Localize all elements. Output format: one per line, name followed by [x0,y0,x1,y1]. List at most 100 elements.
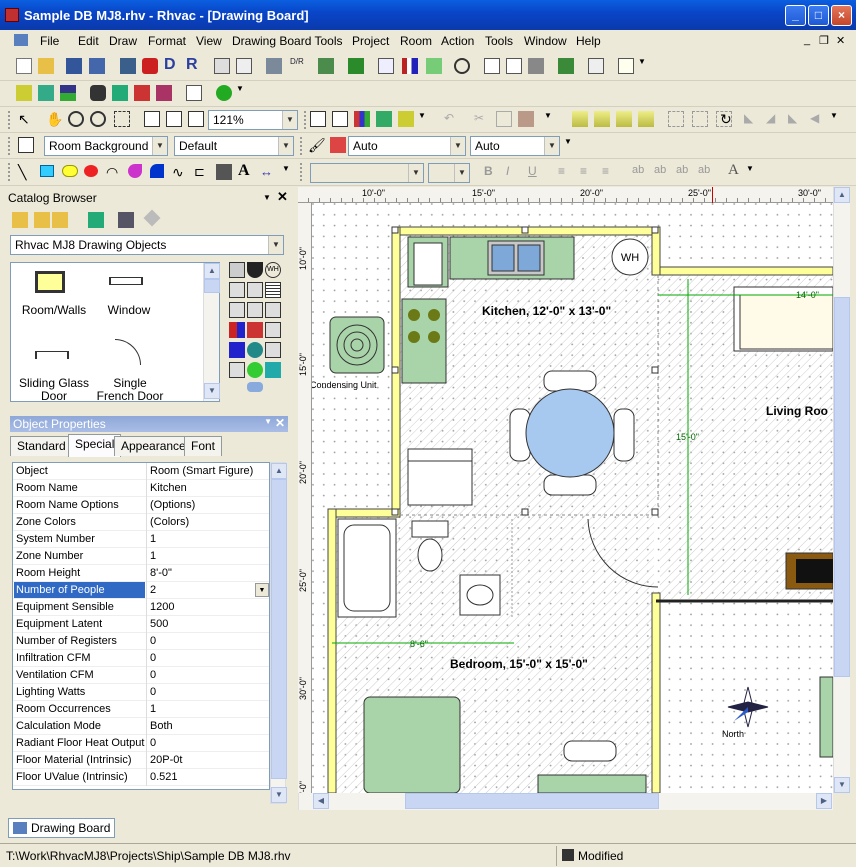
property-value[interactable]: (Options) [150,499,195,511]
catalog-item-room-walls[interactable]: Room/Walls [19,303,89,317]
rotate-icon[interactable]: ↻ [720,111,736,127]
fit-icon[interactable] [188,111,204,127]
kitchen-label[interactable]: Kitchen, 12'-0" x 13'-0" [482,304,611,318]
r-icon[interactable]: R [186,56,202,73]
flip-icon[interactable]: ◣ [744,111,760,127]
palette-box-icon[interactable] [229,362,245,378]
property-value[interactable]: Room (Smart Figure) [150,465,253,477]
selection-handle[interactable] [521,226,529,234]
chevron-down-icon[interactable]: ▼ [282,111,297,129]
property-value[interactable]: 0 [150,686,156,698]
property-value[interactable]: 0 [150,737,156,749]
property-row[interactable]: Calculation Mode Both [13,718,269,735]
selection-handle[interactable] [391,366,399,374]
sliding-door-icon[interactable] [35,351,69,359]
toolbar-grip[interactable] [8,137,12,155]
save-all-icon[interactable] [89,58,105,74]
chevron-down-icon[interactable]: ▼ [278,137,293,155]
chevron-down-icon[interactable]: ▼ [255,583,269,597]
property-value[interactable]: 500 [150,618,168,630]
property-value[interactable]: 1 [150,550,156,562]
palette-car-icon[interactable] [247,382,263,392]
copy-page-icon[interactable] [236,58,252,74]
fill-color-combo[interactable]: Auto ▼ [470,136,560,156]
chevron-down-icon[interactable]: ▼ [268,236,283,254]
print-setup-icon[interactable] [120,58,136,74]
scroll-up-icon[interactable]: ▲ [271,463,287,479]
catalog-scrollbar[interactable]: ▲ ▼ [203,263,220,401]
property-row[interactable]: Equipment Latent 500 [13,616,269,633]
catalog-item-window[interactable]: Window [101,303,157,317]
chevron-down-icon[interactable]: ▼ [152,137,167,155]
property-value[interactable]: 2 [150,584,156,596]
open-catalog-icon[interactable] [12,212,28,228]
copy-icon[interactable] [496,111,512,127]
tag-icon[interactable] [134,85,150,101]
chevron-down-icon[interactable]: ▼ [746,164,762,180]
palette-green-icon[interactable] [247,362,263,378]
chevron-down-icon[interactable]: ▼ [408,164,423,182]
catalog-image-icon[interactable] [88,212,104,228]
selection-handle[interactable] [391,508,399,516]
cabinet[interactable] [407,448,473,506]
flip-v-icon[interactable]: ◣ [788,111,804,127]
maximize-button[interactable]: □ [808,5,829,26]
bars-icon[interactable] [402,58,418,74]
close-icon[interactable]: ✕ [275,416,285,430]
scroll-down-icon[interactable]: ▼ [271,787,287,803]
ruler-icon[interactable] [310,111,326,127]
palette-shower-icon[interactable] [247,302,263,318]
property-value[interactable]: 1 [150,703,156,715]
property-row[interactable]: Floor UValue (Intrinsic) 0.521 [13,769,269,786]
font-name-combo[interactable]: ▼ [310,163,424,183]
pie-tool-icon[interactable] [128,164,142,178]
chevron-down-icon[interactable]: ▼ [418,111,434,127]
property-value[interactable]: 0 [150,652,156,664]
save-icon[interactable] [66,58,82,74]
catalog-item-single-french-door[interactable]: Single French Door [93,377,167,403]
bring-front-icon[interactable] [572,111,588,127]
bed[interactable] [363,696,461,793]
menu-room[interactable]: Room [400,34,432,48]
property-row[interactable]: Lighting Watts 0 [13,684,269,701]
send-back-icon[interactable] [594,111,610,127]
chevron-down-icon[interactable]: ▼ [236,84,252,100]
flip-h-icon[interactable]: ◢ [766,111,782,127]
notes-icon[interactable] [426,58,442,74]
zoom-out-icon[interactable] [90,111,106,127]
refrigerator[interactable] [413,242,443,286]
property-value[interactable]: 20P-0t [150,754,182,766]
subscript-icon[interactable]: ab [676,164,692,180]
pages-icon[interactable] [214,58,230,74]
palette-stair-icon[interactable] [229,262,245,278]
strike-icon[interactable]: ab [698,164,714,180]
align-center-icon[interactable]: ≡ [580,164,596,180]
menu-format[interactable]: Format [148,34,186,48]
chevron-down-icon[interactable]: ▼ [282,164,298,180]
catalog-library-combo[interactable]: Rhvac MJ8 Drawing Objects ▼ [10,235,284,255]
tab-drawing-board[interactable]: Drawing Board [8,818,116,838]
living-top-wall[interactable] [659,266,833,276]
scroll-left-icon[interactable]: ◀ [313,793,329,809]
palette-heart-icon[interactable] [247,262,263,278]
font-color-icon[interactable]: A [728,162,744,178]
page-icon[interactable] [484,58,500,74]
scroll-up-icon[interactable]: ▲ [834,187,850,203]
copy-icon[interactable] [186,85,202,101]
superscript-icon[interactable]: ab [654,164,670,180]
ungroup-icon[interactable] [692,111,708,127]
bedroom-top-wall[interactable] [327,508,401,518]
menu-action[interactable]: Action [441,34,474,48]
d-icon[interactable]: D [164,56,180,73]
building-icon[interactable] [16,85,32,101]
toolbar-grip[interactable] [8,111,12,129]
preview-icon[interactable] [506,58,522,74]
palette-door2-icon[interactable] [247,282,263,298]
chair[interactable] [543,474,597,496]
printer-icon[interactable] [528,58,544,74]
group-icon[interactable] [668,111,684,127]
align-right-icon[interactable]: ≡ [602,164,618,180]
dining-table[interactable] [525,388,615,478]
align-left-icon[interactable]: ≡ [558,164,574,180]
ellipse-tool-icon[interactable] [84,165,98,177]
